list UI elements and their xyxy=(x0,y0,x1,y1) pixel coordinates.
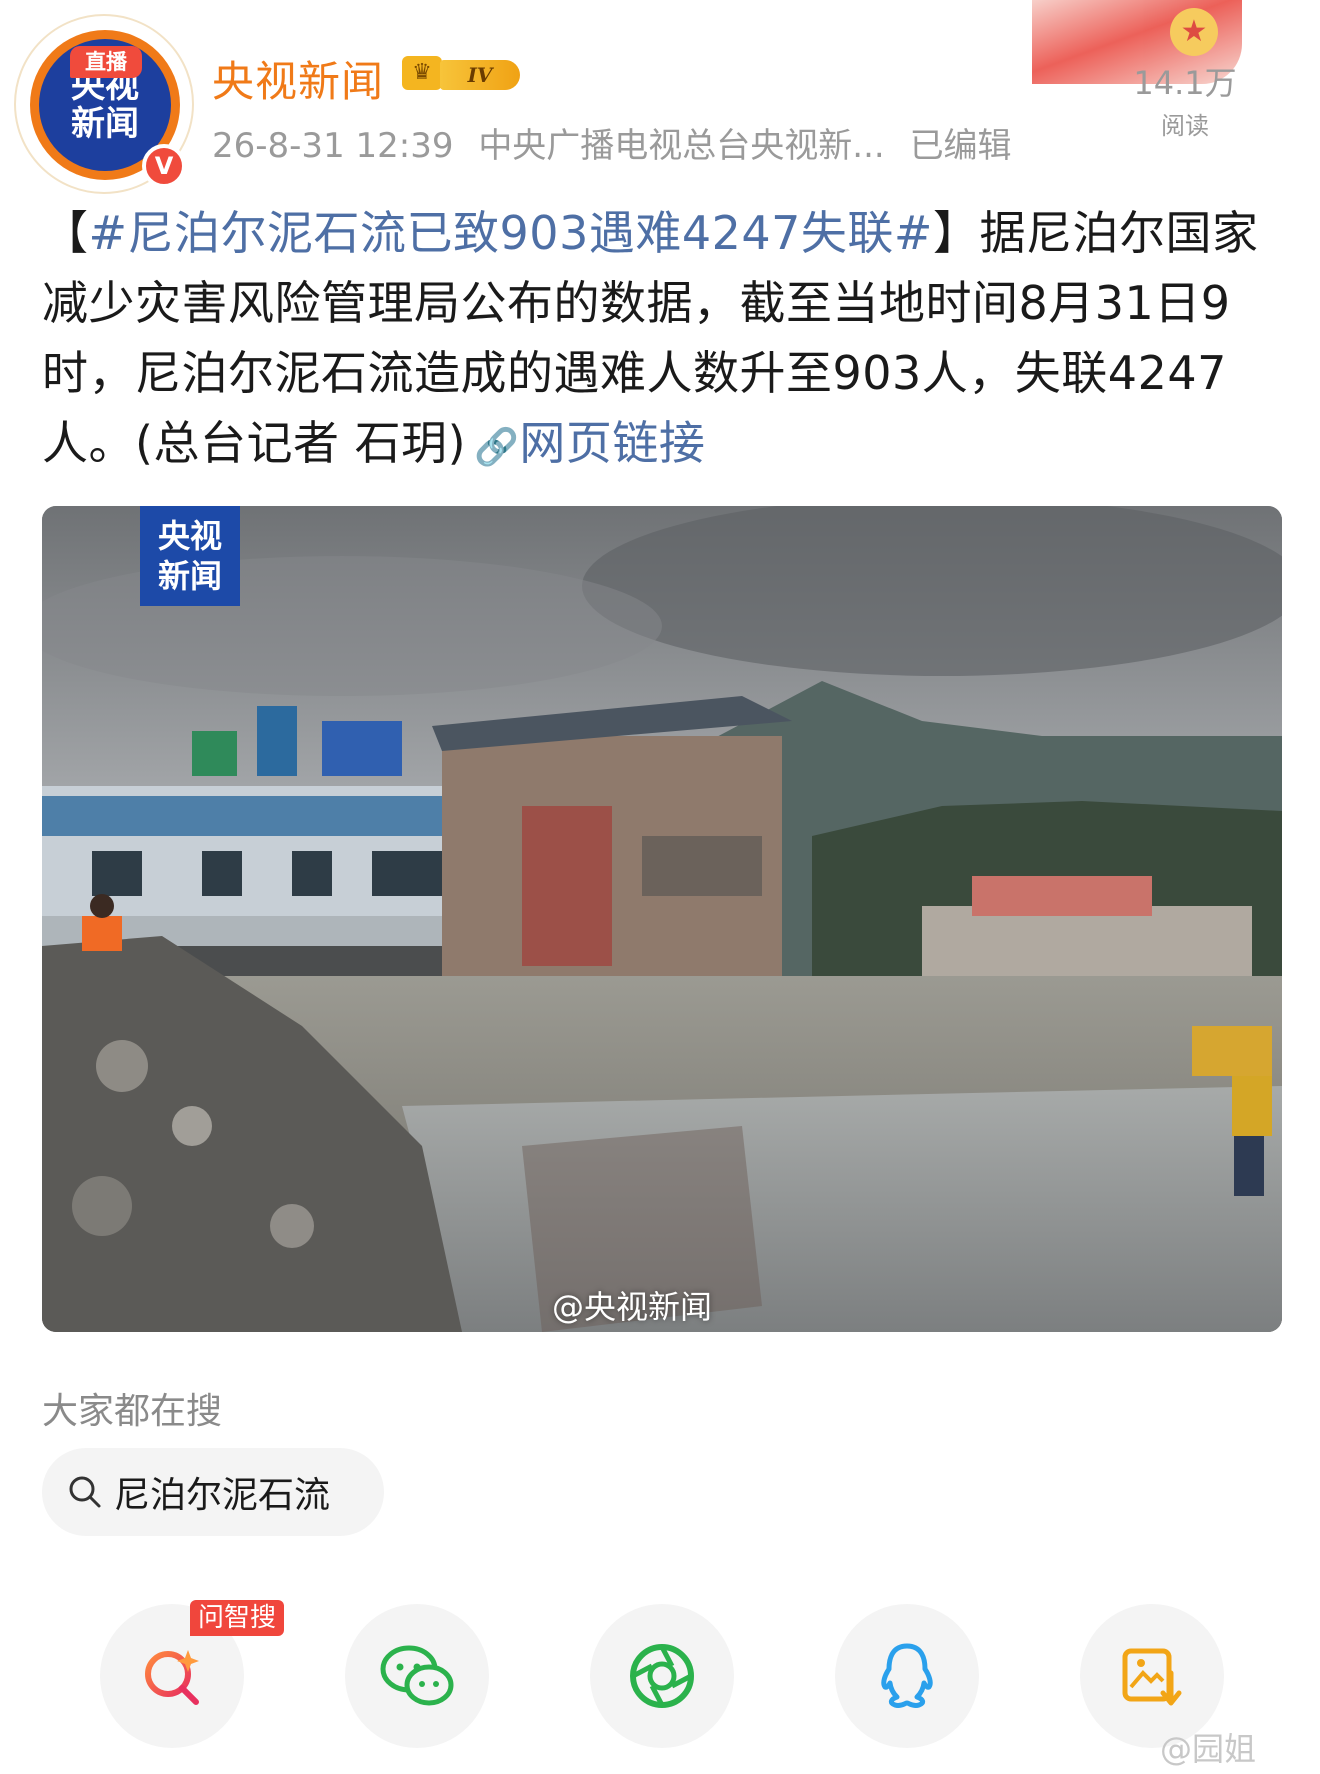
avatar-text-line2: 新闻 xyxy=(71,104,139,144)
live-badge: 直播 xyxy=(70,46,142,78)
verified-icon: V xyxy=(142,144,186,188)
share-moments-button[interactable] xyxy=(590,1604,734,1748)
image-logo-line2: 新闻 xyxy=(157,557,222,595)
user-name[interactable]: 央视新闻 xyxy=(212,48,384,109)
search-icon xyxy=(69,1476,101,1508)
post-source[interactable]: 中央广播电视总台央视新... xyxy=(478,126,884,166)
post-meta: 26-8-31 12:39 中央广播电视总台央视新... 已编辑 xyxy=(212,118,1026,167)
share-wechat-button[interactable] xyxy=(345,1604,489,1748)
avatar[interactable]: 央视 新闻 直播 V xyxy=(14,14,194,194)
ai-search-icon xyxy=(145,1650,199,1705)
moments-icon xyxy=(630,1644,694,1708)
wechat-icon xyxy=(380,1645,454,1706)
read-count-value: 14.1万 xyxy=(1133,64,1237,102)
crown-icon: ♛ xyxy=(402,56,442,90)
level-badge[interactable]: IV xyxy=(440,60,520,90)
bracket-open: 【 xyxy=(42,206,89,260)
web-link[interactable]: 网页链接 xyxy=(519,416,705,470)
image-logo: 央视 新闻 xyxy=(140,506,240,606)
image-watermark: @央视新闻 xyxy=(552,1288,713,1326)
corner-watermark: @园姐 xyxy=(1160,1730,1257,1768)
post-timestamp: 26-8-31 12:39 xyxy=(212,126,454,166)
trending-search-chip[interactable]: 尼泊尔泥石流 xyxy=(42,1448,384,1536)
hashtag-link[interactable]: #尼泊尔泥石流已致903遇难4247失联# xyxy=(89,206,933,260)
mudslide-photo xyxy=(42,506,1282,1332)
bracket-close: 】 xyxy=(932,206,980,260)
edited-label[interactable]: 已编辑 xyxy=(910,126,1012,166)
image-logo-line1: 央视 xyxy=(157,517,222,555)
ask-badge: 问智搜 xyxy=(190,1600,285,1636)
trending-chip-label: 尼泊尔泥石流 xyxy=(114,1475,331,1516)
read-count: 14.1万 阅读 xyxy=(1120,58,1250,141)
save-image-icon xyxy=(1122,1648,1182,1706)
post-image[interactable]: 央视 新闻 @央视新闻 xyxy=(42,506,1282,1332)
share-qq-button[interactable] xyxy=(835,1604,979,1748)
qq-icon xyxy=(881,1643,933,1709)
star-emblem-icon: ★ xyxy=(1170,8,1218,56)
read-count-label: 阅读 xyxy=(1161,112,1209,140)
link-icon[interactable]: 🔗 xyxy=(474,427,519,468)
trending-title: 大家都在搜 xyxy=(42,1391,223,1432)
post-text: 【#尼泊尔泥石流已致903遇难4247失联#】据尼泊尔国家减少灾害风险管理局公布… xyxy=(42,198,1282,483)
